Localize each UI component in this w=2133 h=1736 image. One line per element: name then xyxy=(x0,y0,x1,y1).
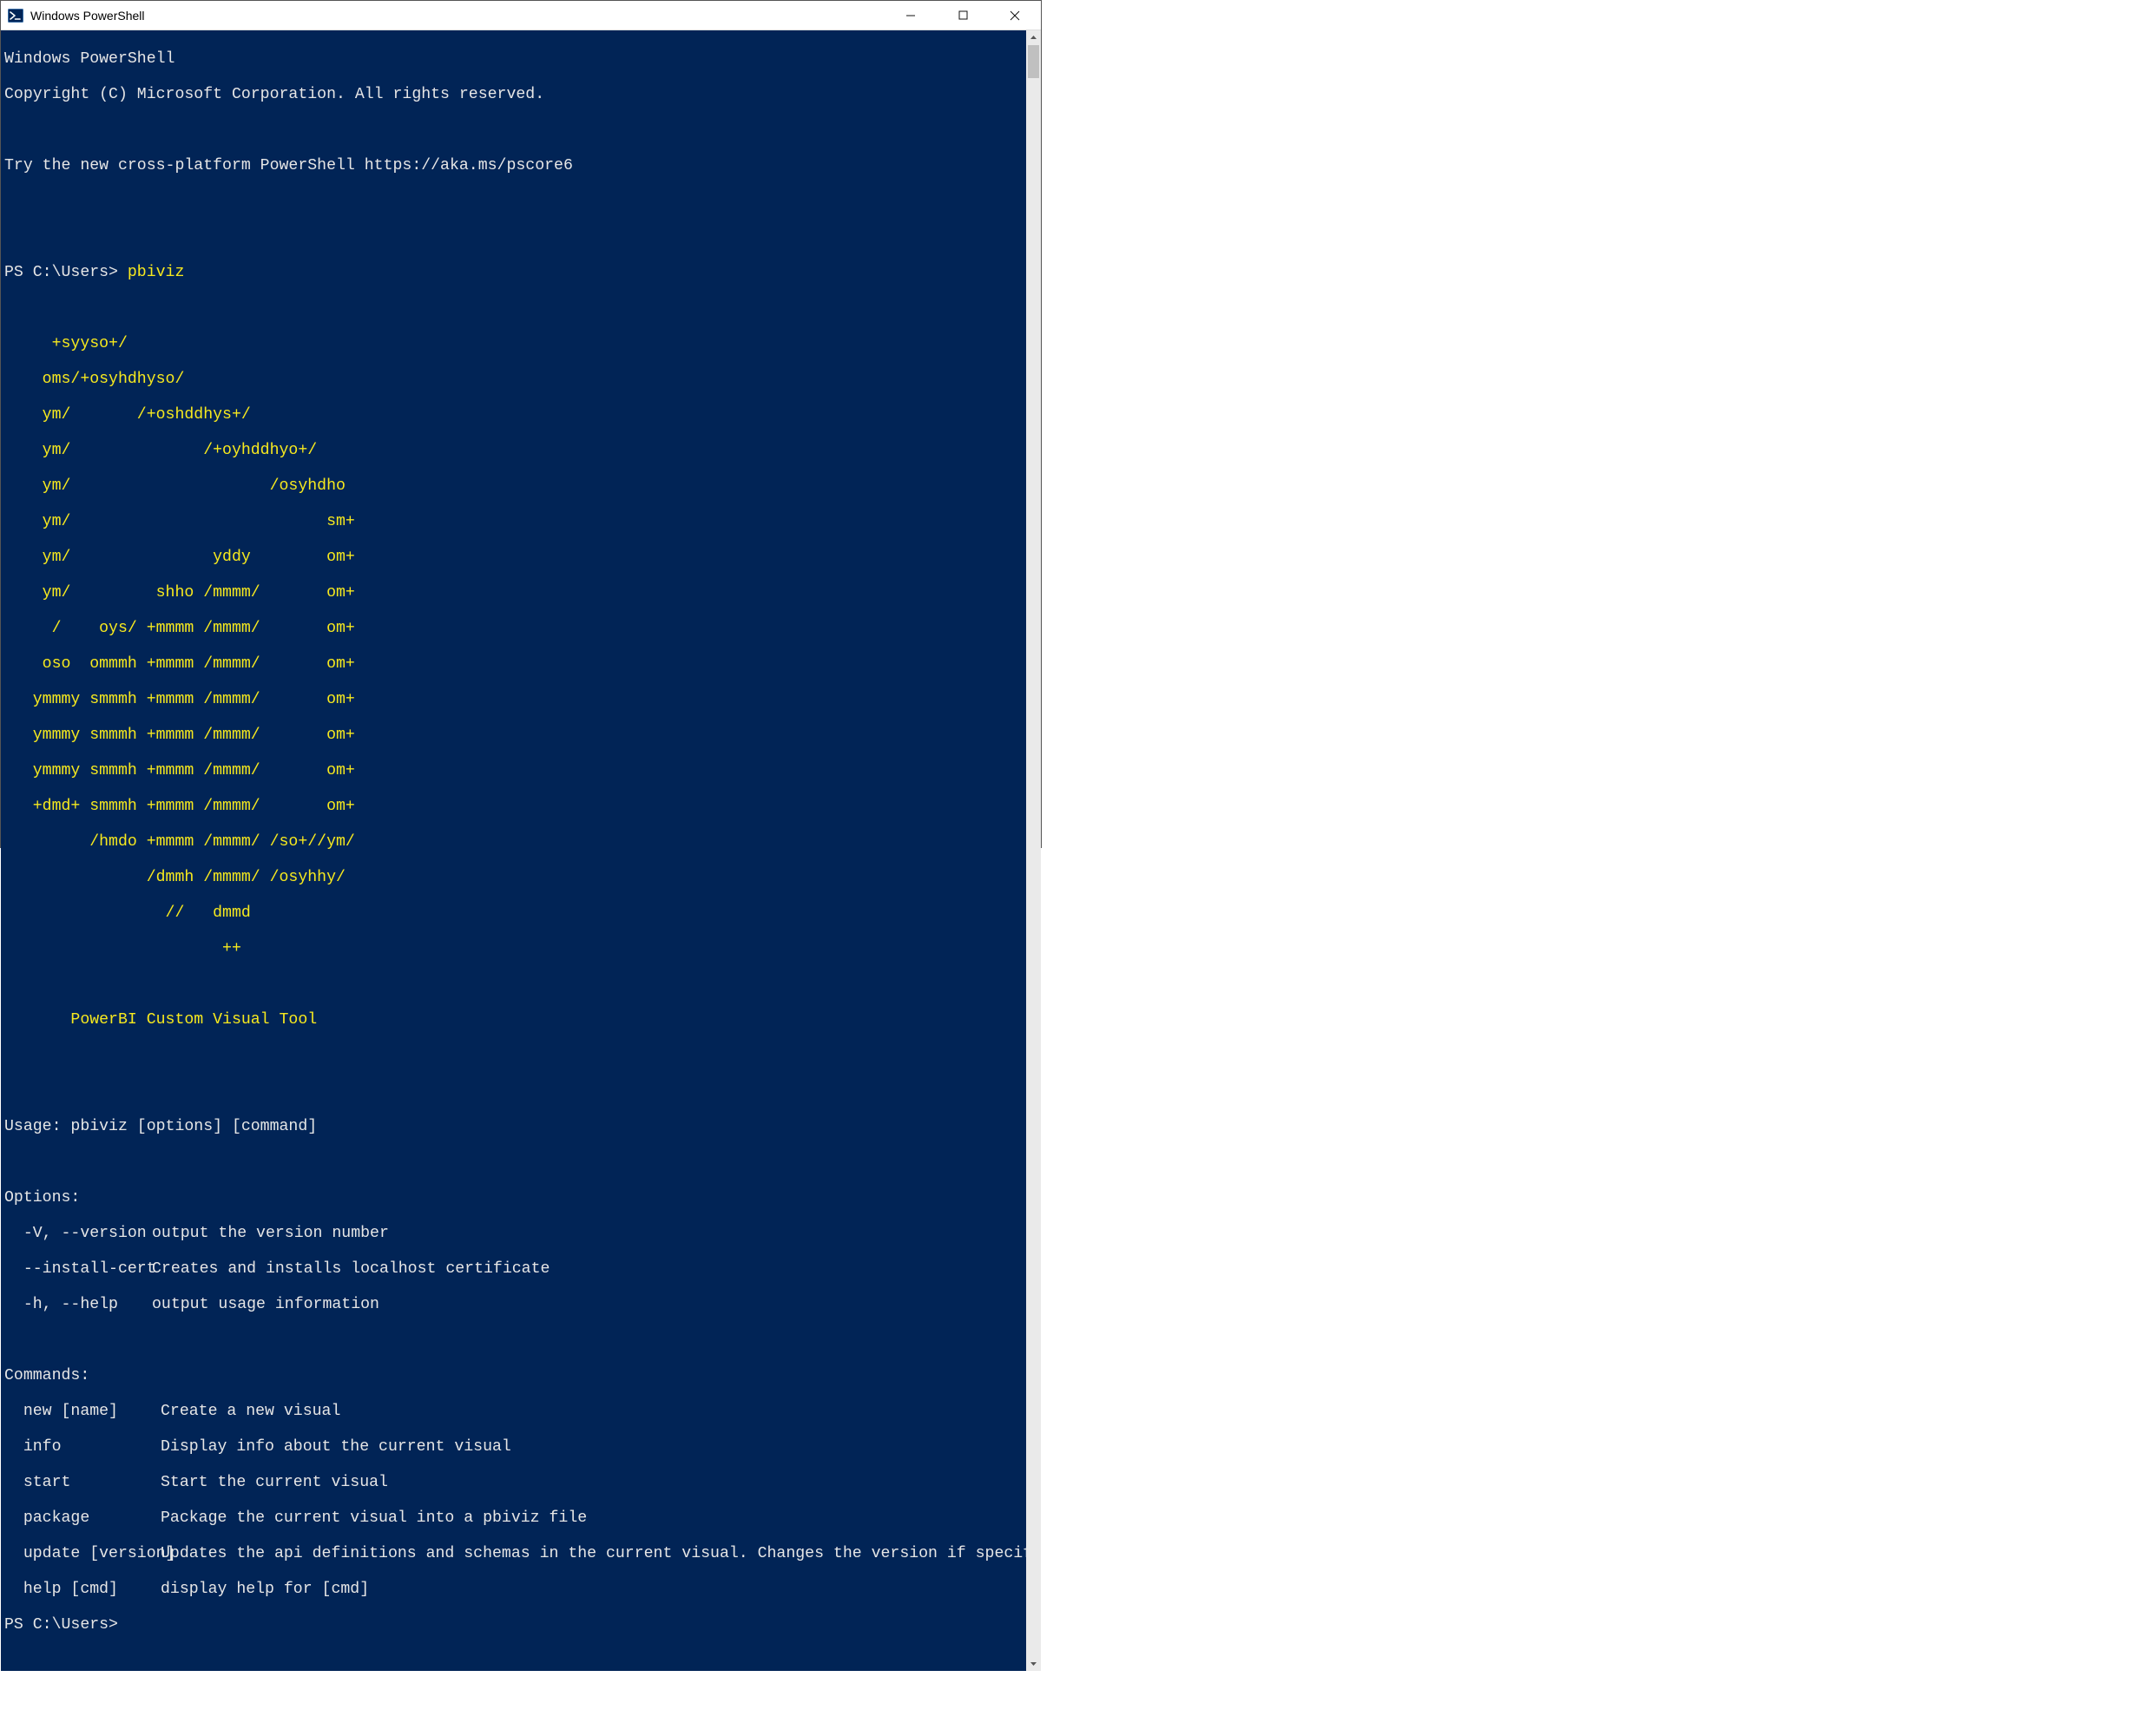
ascii-art-line: +syyso+/ xyxy=(4,335,1023,353)
option-flag: --install-cert xyxy=(4,1260,152,1279)
command-desc: Start the current visual xyxy=(161,1474,388,1491)
command-name: start xyxy=(4,1474,161,1492)
powershell-window: Windows PowerShell Windows PowerShell Co… xyxy=(0,0,1042,848)
blank-line xyxy=(4,228,1023,247)
maximize-button[interactable] xyxy=(937,1,989,30)
banner-line: Copyright (C) Microsoft Corporation. All… xyxy=(4,86,1023,104)
blank-line xyxy=(4,1332,1023,1350)
ascii-art-line: / oys/ +mmmm /mmmm/ om+ xyxy=(4,620,1023,638)
ascii-art-line: ym/ shho /mmmm/ om+ xyxy=(4,584,1023,602)
command-desc: Create a new visual xyxy=(161,1403,340,1420)
ascii-art-line: ym/ yddy om+ xyxy=(4,549,1023,567)
command-row: startStart the current visual xyxy=(4,1474,1023,1492)
minimize-button[interactable] xyxy=(885,1,937,30)
banner-line: Windows PowerShell xyxy=(4,50,1023,69)
client-area: Windows PowerShell Copyright (C) Microso… xyxy=(1,30,1041,1671)
blank-line xyxy=(4,1047,1023,1065)
blank-line xyxy=(4,1154,1023,1172)
ascii-art-line: /dmmh /mmmm/ /osyhhy/ xyxy=(4,869,1023,887)
command-row: infoDisplay info about the current visua… xyxy=(4,1438,1023,1457)
commands-header: Commands: xyxy=(4,1367,1023,1385)
usage-line: Usage: pbiviz [options] [command] xyxy=(4,1118,1023,1136)
option-flag: -V, --version xyxy=(4,1225,152,1243)
ascii-art-line: ymmmy smmmh +mmmm /mmmm/ om+ xyxy=(4,691,1023,709)
command-row: new [name]Create a new visual xyxy=(4,1403,1023,1421)
command-name: package xyxy=(4,1509,161,1528)
ascii-art-line: oso ommmh +mmmm /mmmm/ om+ xyxy=(4,655,1023,674)
command-name: info xyxy=(4,1438,161,1457)
command-name: update [version] xyxy=(4,1545,161,1563)
command-row: help [cmd]display help for [cmd] xyxy=(4,1581,1023,1599)
options-header: Options: xyxy=(4,1189,1023,1207)
scrollbar-thumb[interactable] xyxy=(1028,45,1039,78)
prompt-line: PS C:\Users> xyxy=(4,1616,1023,1634)
command-row: packagePackage the current visual into a… xyxy=(4,1509,1023,1528)
ascii-art-line: ym/ /+oshddhys+/ xyxy=(4,406,1023,424)
ascii-art-line: ym/ sm+ xyxy=(4,513,1023,531)
option-flag: -h, --help xyxy=(4,1296,152,1314)
blank-line xyxy=(4,976,1023,994)
blank-line xyxy=(4,122,1023,140)
blank-line xyxy=(4,1082,1023,1101)
command-name: new [name] xyxy=(4,1403,161,1421)
option-desc: Creates and installs localhost certifica… xyxy=(152,1260,550,1278)
scroll-up-button[interactable] xyxy=(1026,30,1041,45)
ascii-art-line: oms/+osyhdhyso/ xyxy=(4,371,1023,389)
prompt-line: PS C:\Users> pbiviz xyxy=(4,264,1023,282)
command-row: update [version]Updates the api definiti… xyxy=(4,1545,1023,1563)
option-desc: output usage information xyxy=(152,1296,379,1313)
command-desc: display help for [cmd] xyxy=(161,1581,369,1598)
ascii-art-line: ym/ /+oyhddhyo+/ xyxy=(4,442,1023,460)
command-name: help [cmd] xyxy=(4,1581,161,1599)
option-row: -h, --helpoutput usage information xyxy=(4,1296,1023,1314)
command-desc: Package the current visual into a pbiviz… xyxy=(161,1509,587,1527)
scroll-down-button[interactable] xyxy=(1026,1656,1041,1671)
ascii-art-line: ymmmy smmmh +mmmm /mmmm/ om+ xyxy=(4,762,1023,780)
ascii-art-line: ++ xyxy=(4,940,1023,958)
ascii-art-tool: PowerBI Custom Visual Tool xyxy=(4,1011,1023,1029)
titlebar[interactable]: Windows PowerShell xyxy=(1,1,1041,30)
blank-line xyxy=(4,299,1023,318)
option-row: --install-certCreates and installs local… xyxy=(4,1260,1023,1279)
console-output[interactable]: Windows PowerShell Copyright (C) Microso… xyxy=(1,30,1026,1671)
ascii-art-line: // dmmd xyxy=(4,904,1023,923)
command-desc: Display info about the current visual xyxy=(161,1438,511,1456)
vertical-scrollbar[interactable] xyxy=(1026,30,1041,1671)
ascii-art-line: +dmd+ smmmh +mmmm /mmmm/ om+ xyxy=(4,798,1023,816)
prompt-prefix: PS C:\Users> xyxy=(4,264,128,281)
ascii-art-line: ym/ /osyhdho xyxy=(4,477,1023,496)
option-row: -V, --versionoutput the version number xyxy=(4,1225,1023,1243)
powershell-icon xyxy=(8,8,23,23)
option-desc: output the version number xyxy=(152,1225,389,1242)
scrollbar-track[interactable] xyxy=(1026,45,1041,1656)
command-desc: Updates the api definitions and schemas … xyxy=(161,1545,1026,1562)
ascii-art-line: /hmdo +mmmm /mmmm/ /so+//ym/ xyxy=(4,833,1023,852)
banner-line: Try the new cross-platform PowerShell ht… xyxy=(4,157,1023,175)
ascii-art-line: ymmmy smmmh +mmmm /mmmm/ om+ xyxy=(4,727,1023,745)
close-button[interactable] xyxy=(989,1,1041,30)
window-title: Windows PowerShell xyxy=(30,9,145,23)
blank-line xyxy=(4,193,1023,211)
prompt-command: pbiviz xyxy=(128,264,185,281)
